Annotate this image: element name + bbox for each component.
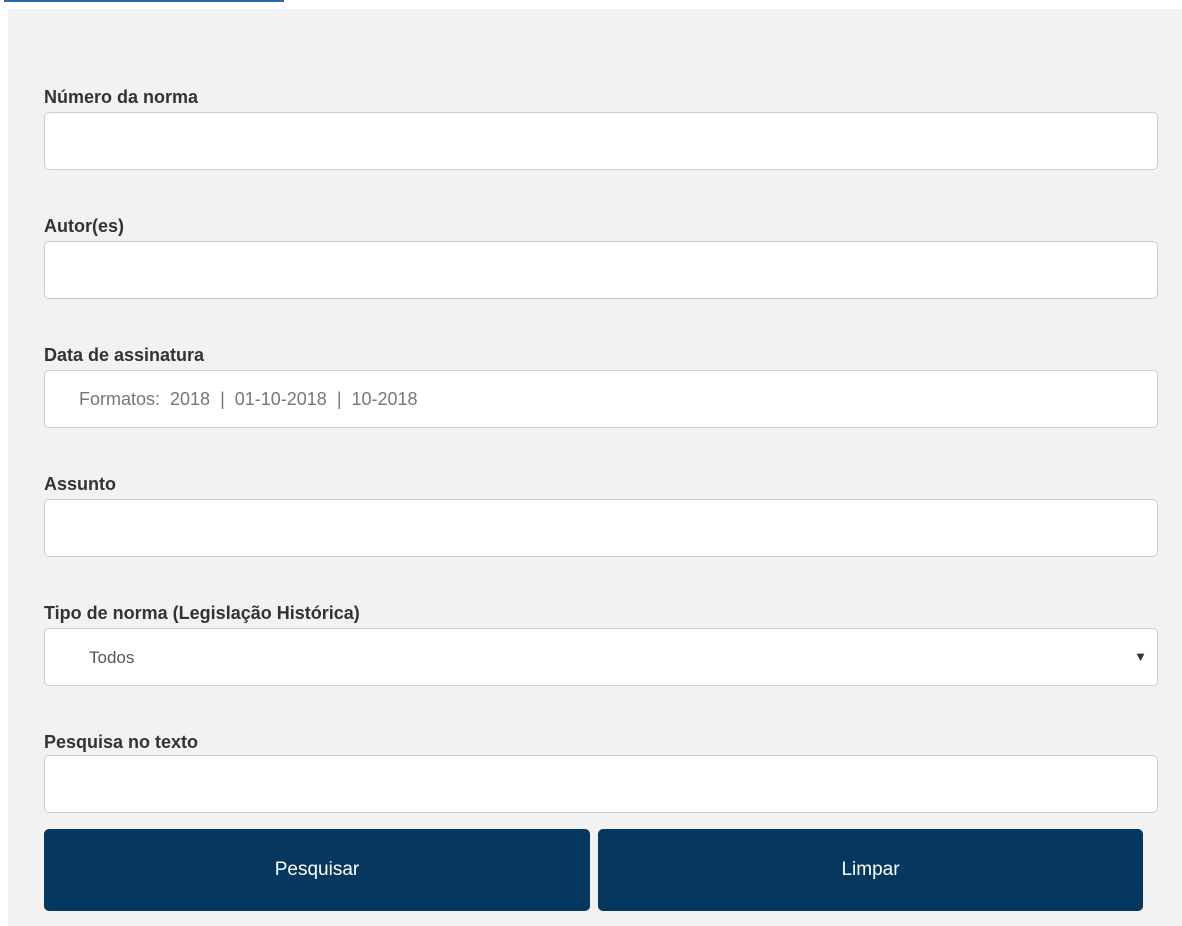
tipo-norma-label: Tipo de norma (Legislação Histórica) xyxy=(44,603,360,623)
pesquisa-texto-input[interactable] xyxy=(44,755,1158,813)
numero-norma-label: Número da norma xyxy=(44,87,199,107)
limpar-button[interactable]: Limpar xyxy=(598,829,1143,911)
numero-norma-input[interactable] xyxy=(44,112,1158,170)
autores-input[interactable] xyxy=(44,241,1158,299)
pesquisar-button[interactable]: Pesquisar xyxy=(44,829,590,911)
tipo-norma-select[interactable]: Todos ▼ xyxy=(44,628,1158,686)
assunto-input[interactable] xyxy=(44,499,1158,557)
search-form-panel: Número da norma Autor(es) Data de assina… xyxy=(8,9,1182,926)
pesquisa-texto-label: Pesquisa no texto xyxy=(44,732,199,752)
tipo-norma-selected-value: Todos xyxy=(89,648,135,667)
data-assinatura-input[interactable]: Formatos: 2018 | 01-10-2018 | 10-2018 xyxy=(44,370,1158,428)
autores-label: Autor(es) xyxy=(44,216,124,236)
top-link-underline[interactable] xyxy=(4,0,284,2)
data-assinatura-label: Data de assinatura xyxy=(44,345,205,365)
caret-down-icon: ▼ xyxy=(1134,649,1147,664)
data-assinatura-placeholder: Formatos: 2018 | 01-10-2018 | 10-2018 xyxy=(79,389,418,409)
assunto-label: Assunto xyxy=(44,474,116,494)
